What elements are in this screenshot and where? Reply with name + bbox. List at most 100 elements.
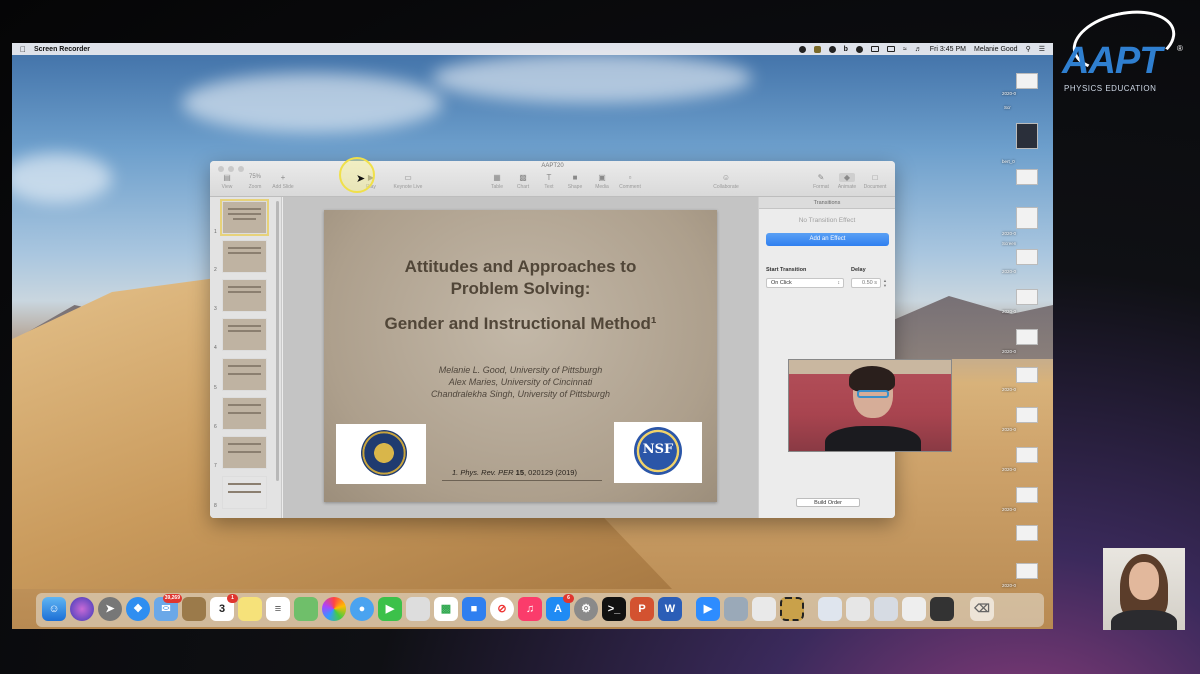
menubar-user[interactable]: Melanie Good: [974, 46, 1018, 53]
slide-thumbnail[interactable]: [222, 240, 267, 273]
stepper-down-icon[interactable]: ▼: [883, 283, 889, 288]
slide-thumbnail[interactable]: [222, 279, 267, 312]
music-icon[interactable]: ♫: [518, 597, 542, 621]
file-icon[interactable]: [1016, 487, 1038, 503]
add-effect-button[interactable]: Add an Effect: [766, 233, 889, 246]
finder-icon[interactable]: ☺: [42, 597, 66, 621]
photos-icon[interactable]: [322, 597, 346, 621]
file-icon[interactable]: [1016, 289, 1038, 305]
file-icon[interactable]: [1016, 249, 1038, 265]
stack-folder-icon[interactable]: [902, 597, 926, 621]
slide-number: 7: [214, 463, 217, 469]
wifi-icon[interactable]: ≈: [903, 46, 907, 53]
app-store-badge: 6: [563, 594, 574, 603]
aapt-logo-tagline: PHYSICS EDUCATION: [1064, 84, 1157, 93]
word-icon[interactable]: W: [658, 597, 682, 621]
file-icon[interactable]: [1016, 123, 1038, 149]
aapt-logo-word: AAPT: [1062, 40, 1162, 82]
screenshot-icon[interactable]: [780, 597, 804, 621]
file-icon[interactable]: [1016, 329, 1038, 345]
zoom-button[interactable]: 75% Zoom: [240, 173, 270, 190]
view-button[interactable]: ▤ View: [212, 173, 242, 190]
terminal-icon[interactable]: >_: [602, 597, 626, 621]
animate-button[interactable]: ◆ Animate: [832, 173, 862, 190]
slide-thumbnail[interactable]: [222, 397, 267, 430]
zoom-app-icon[interactable]: ▶: [696, 597, 720, 621]
app-store-icon[interactable]: A6: [546, 594, 574, 621]
apple-menu-icon[interactable]: : [20, 45, 26, 54]
stack-folder-icon[interactable]: [874, 597, 898, 621]
navigator-scrollbar[interactable]: [276, 201, 279, 481]
slide-thumbnail[interactable]: [222, 436, 267, 469]
shape-button[interactable]: ■ Shape: [560, 173, 590, 190]
file-icon[interactable]: [1016, 447, 1038, 463]
view-icon: ▤: [223, 173, 231, 182]
file-icon[interactable]: [1016, 73, 1038, 89]
slide-thumbnail[interactable]: [222, 476, 267, 509]
calendar-icon[interactable]: 31: [210, 594, 238, 621]
launchpad-icon[interactable]: ➤: [98, 597, 122, 621]
author-line: Melanie L. Good, University of Pittsburg…: [438, 365, 603, 375]
screen-mirror-icon[interactable]: [870, 46, 879, 52]
current-slide[interactable]: Attitudes and Approaches to Problem Solv…: [324, 210, 717, 502]
stack-folder-icon[interactable]: [818, 597, 842, 621]
comment-button[interactable]: ▫ Comment: [615, 173, 645, 190]
app-status-icon[interactable]: [855, 45, 863, 53]
stack-folder-icon[interactable]: [846, 597, 870, 621]
start-transition-select[interactable]: On Click ↕: [766, 278, 844, 288]
messages-icon[interactable]: ●: [350, 597, 374, 621]
news-icon[interactable]: ⊘: [490, 597, 514, 621]
menu-list-icon[interactable]: ☰: [1039, 45, 1045, 53]
zoom-status-icon[interactable]: [828, 45, 836, 53]
minimized-window-icon[interactable]: [930, 597, 954, 621]
media-button[interactable]: ▣ Media: [587, 173, 617, 190]
keynote-live-button[interactable]: ▭ Keynote Live: [388, 173, 428, 190]
start-transition-label: Start Transition: [766, 267, 807, 273]
shield-icon[interactable]: [813, 45, 821, 53]
file-icon[interactable]: [1016, 563, 1038, 579]
build-order-button[interactable]: Build Order: [796, 498, 860, 507]
mail-icon[interactable]: ✉ 39,269: [154, 594, 182, 621]
image-capture-icon[interactable]: [724, 597, 748, 621]
system-preferences-icon[interactable]: ⚙: [574, 597, 598, 621]
delay-field[interactable]: 0.50 s: [851, 278, 881, 288]
siri-icon[interactable]: [70, 597, 94, 621]
menubar-clock[interactable]: Fri 3:45 PM: [930, 46, 966, 53]
numbers-icon[interactable]: ▩: [434, 597, 458, 621]
facetime-icon[interactable]: ▶: [378, 597, 402, 621]
file-icon[interactable]: [1016, 525, 1038, 541]
reminders-icon[interactable]: ≡: [266, 597, 290, 621]
file-icon[interactable]: [1016, 169, 1038, 185]
file-icon[interactable]: [1016, 207, 1038, 229]
powerpoint-icon[interactable]: P: [630, 597, 654, 621]
document-file-icon[interactable]: [752, 597, 776, 621]
menubar-app-name[interactable]: Screen Recorder: [34, 46, 90, 53]
file-icon[interactable]: [1016, 407, 1038, 423]
glasses-icon: [857, 390, 889, 398]
nsf-logo-text: NSF: [642, 442, 674, 457]
collaborate-icon: ☺: [721, 173, 731, 182]
keynote-icon[interactable]: ■: [462, 597, 486, 621]
contacts-icon[interactable]: [182, 597, 206, 621]
delay-stepper[interactable]: ▲ ▼: [883, 278, 889, 288]
inspector-tab-transitions[interactable]: Transitions: [759, 197, 895, 209]
bold-b-icon[interactable]: b: [844, 46, 848, 53]
animate-icon: ◆: [839, 173, 855, 182]
safari-icon[interactable]: ❖: [126, 597, 150, 621]
preview-icon[interactable]: [406, 597, 430, 621]
volume-icon[interactable]: ♬: [915, 46, 922, 53]
add-slide-button[interactable]: + Add Slide: [268, 173, 298, 190]
file-icon[interactable]: [1016, 367, 1038, 383]
slide-thumbnail[interactable]: [222, 358, 267, 391]
collaborate-button[interactable]: ☺ Collaborate: [706, 173, 746, 190]
document-button[interactable]: □ Document: [860, 173, 890, 190]
slide-thumbnail[interactable]: [220, 199, 269, 236]
display-icon[interactable]: [886, 46, 895, 52]
add-slide-label: Add Slide: [272, 184, 294, 190]
search-icon[interactable]: ⚲: [1026, 45, 1031, 53]
record-status-icon[interactable]: [798, 45, 806, 53]
trash-icon[interactable]: ⌫: [970, 597, 994, 621]
slide-thumbnail[interactable]: [222, 318, 267, 351]
notes-icon[interactable]: [238, 597, 262, 621]
maps-icon[interactable]: [294, 597, 318, 621]
